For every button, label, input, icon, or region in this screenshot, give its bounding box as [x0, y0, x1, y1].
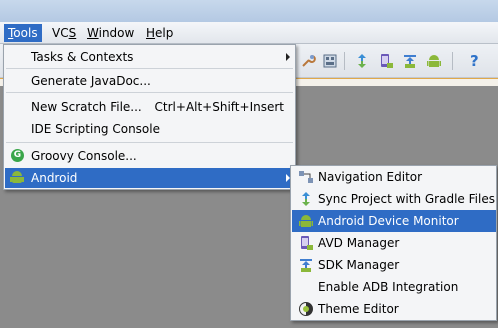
menu-item-groovy-console[interactable]: G Groovy Console... — [5, 146, 294, 166]
submenu-item-enable-adb-integration[interactable]: Enable ADB Integration — [292, 276, 496, 298]
gradle-sync-icon — [302, 192, 310, 206]
sdk-manager-icon[interactable] — [402, 53, 418, 69]
submenu-item-label: AVD Manager — [318, 236, 400, 250]
menu-item-label: New Scratch File... — [31, 100, 142, 114]
menu-help[interactable]: Help — [142, 24, 177, 42]
menu-separator — [6, 142, 293, 143]
menu-bar: Tools VCS Window Help — [0, 22, 498, 44]
submenu-item-theme-editor[interactable]: Theme Editor — [292, 298, 496, 320]
navigation-editor-icon — [299, 171, 313, 183]
android-icon — [10, 171, 25, 185]
menu-item-label: Generate JavaDoc... — [31, 74, 151, 88]
menu-item-ide-scripting-console[interactable]: IDE Scripting Console — [5, 119, 294, 139]
theme-editor-icon — [299, 302, 313, 316]
project-structure-icon[interactable] — [322, 53, 338, 69]
submenu-item-android-device-monitor[interactable]: Android Device Monitor — [292, 210, 496, 232]
submenu-item-label: Sync Project with Gradle Files — [318, 192, 495, 206]
submenu-item-label: Enable ADB Integration — [318, 280, 459, 294]
menu-item-new-scratch-file[interactable]: New Scratch File... Ctrl+Alt+Shift+Inser… — [5, 97, 294, 117]
menu-tools-label: Tools — [8, 26, 38, 40]
submenu-item-sdk-manager[interactable]: SDK Manager — [292, 254, 496, 276]
menu-vcs-label: VCS — [52, 26, 77, 40]
menu-vcs[interactable]: VCS — [48, 24, 80, 42]
menu-window[interactable]: Window — [83, 24, 138, 42]
submenu-item-label: Android Device Monitor — [318, 214, 459, 228]
tools-menu: Tasks & Contexts Generate JavaDoc... New… — [3, 44, 296, 190]
groovy-icon: G — [11, 149, 25, 163]
menu-tools[interactable]: Tools — [4, 24, 42, 42]
menu-item-tasks-contexts[interactable]: Tasks & Contexts — [5, 47, 294, 67]
submenu-item-label: Navigation Editor — [318, 170, 423, 184]
toolbar-separator — [452, 52, 453, 70]
submenu-arrow-icon — [286, 53, 290, 61]
menu-help-label: Help — [146, 26, 174, 40]
submenu-item-avd-manager[interactable]: AVD Manager — [292, 232, 496, 254]
window-title-strip — [0, 0, 498, 22]
menu-separator — [6, 92, 293, 93]
menu-item-label: Android — [31, 171, 78, 185]
avd-manager-icon[interactable] — [378, 53, 394, 69]
android-icon[interactable] — [426, 53, 442, 69]
menu-item-shortcut: Ctrl+Alt+Shift+Insert — [154, 100, 284, 114]
menu-item-android[interactable]: Android — [5, 168, 294, 188]
android-submenu: Navigation Editor Sync Project with Grad… — [290, 165, 497, 321]
help-icon[interactable]: ? — [470, 52, 479, 70]
sdk-manager-icon — [300, 259, 312, 272]
avd-manager-icon — [301, 236, 313, 250]
toolbar-separator — [344, 52, 345, 70]
submenu-item-label: Theme Editor — [318, 302, 399, 316]
submenu-item-sync-gradle[interactable]: Sync Project with Gradle Files — [292, 188, 496, 210]
menu-window-label: Window — [87, 26, 135, 40]
wrench-icon[interactable] — [300, 53, 316, 69]
menu-item-label: IDE Scripting Console — [31, 122, 160, 136]
menu-separator — [6, 68, 293, 69]
menu-item-label: Groovy Console... — [31, 149, 137, 163]
menu-item-generate-javadoc[interactable]: Generate JavaDoc... — [5, 71, 294, 91]
gradle-sync-icon[interactable] — [354, 53, 370, 69]
submenu-item-label: SDK Manager — [318, 258, 400, 272]
menu-item-label: Tasks & Contexts — [31, 50, 134, 64]
android-icon — [299, 215, 313, 227]
submenu-item-navigation-editor[interactable]: Navigation Editor — [292, 166, 496, 188]
